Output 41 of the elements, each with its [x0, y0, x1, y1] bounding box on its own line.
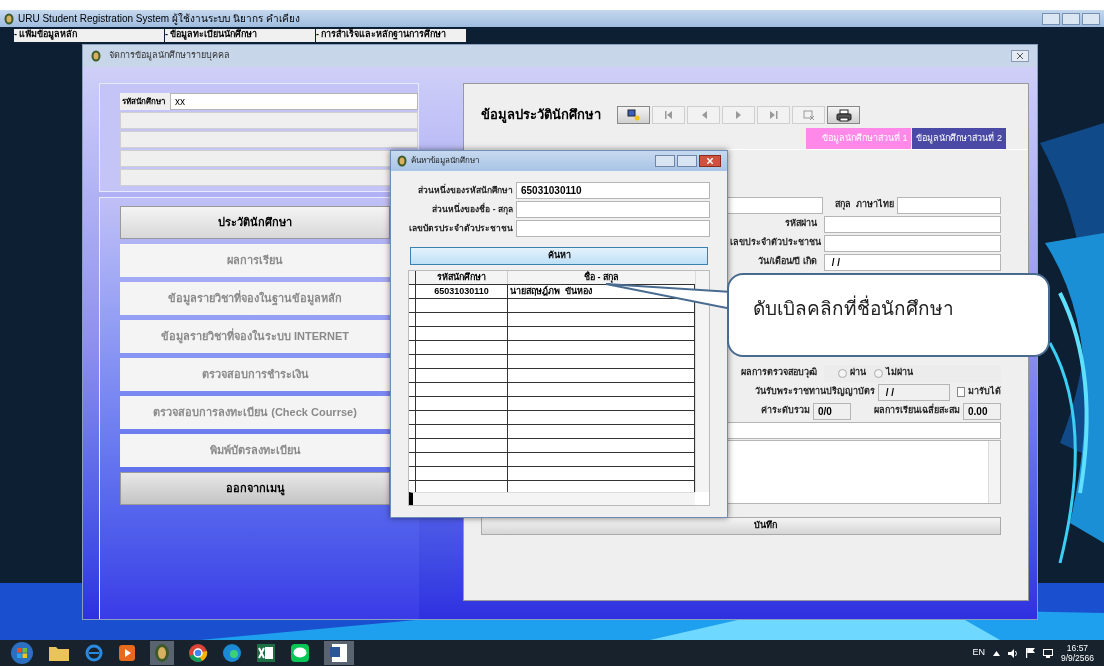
- field-label: เลขประจำตัวประชาชน: [730, 236, 821, 250]
- menu-item[interactable]: - การสำเร็จและหลักฐานการศึกษา: [316, 28, 466, 42]
- text-field[interactable]: 0/0: [813, 402, 851, 420]
- tab[interactable]: ข้อมูลนักศึกษาส่วนที่ 2: [912, 128, 1006, 149]
- student-id-field[interactable]: xx: [170, 93, 418, 110]
- search-field[interactable]: 65031030110: [516, 182, 710, 199]
- field-label: วันรับพระราชทานปริญญาบัตร: [755, 385, 875, 399]
- radio-option[interactable]: ผ่าน: [838, 366, 866, 380]
- clock-time[interactable]: 16:57: [1066, 643, 1089, 653]
- field-label: สกุล ภาษาไทย: [834, 198, 894, 212]
- field-label: ผลการตรวจสอบวุฒิ: [741, 366, 817, 380]
- field-label: วัน/เดือน/ปี เกิด: [758, 255, 817, 269]
- radio-option[interactable]: ไม่ผ่าน: [874, 366, 913, 380]
- field-label: ส่วนหนึ่งของรหัสนักศึกษา: [418, 184, 513, 197]
- text-field[interactable]: 0.00: [963, 402, 1001, 420]
- column-header[interactable]: รหัสนักศึกษา: [416, 271, 508, 284]
- radio-label: ไม่ผ่าน: [886, 366, 913, 380]
- field-label: ผลการเรียนเฉลี่ยสะสม: [874, 404, 960, 418]
- field-label: รหัสนักศึกษา: [121, 95, 166, 108]
- checkbox-label: มารับได้: [968, 385, 1001, 399]
- save-button[interactable]: บันทึก: [481, 516, 1001, 535]
- table-cell[interactable]: 65031030110: [416, 285, 508, 298]
- exit-button[interactable]: ออกจากเมนู: [120, 472, 390, 505]
- menu-item[interactable]: - ข้อมูลทะเบียนนักศึกษา: [165, 28, 315, 42]
- window-title: ค้นหาข้อมูลนักศึกษา: [411, 155, 479, 167]
- text-field[interactable]: / /: [878, 383, 950, 401]
- language-indicator[interactable]: EN: [972, 646, 985, 660]
- menu-button[interactable]: ประวัตินักศึกษา: [120, 206, 390, 239]
- column-header[interactable]: ชื่อ - สกุล: [508, 271, 695, 284]
- field-label: เลขบัตรประจำตัวประชาชน: [409, 222, 513, 235]
- field-label: รหัสผ่าน: [785, 217, 817, 231]
- clock-date[interactable]: 9/9/2566: [1060, 653, 1094, 663]
- search-button[interactable]: ค้นหา: [410, 246, 708, 265]
- text-field[interactable]: / /: [824, 253, 1001, 271]
- window-title: URU Student Registration System ผู้ใช้งานระบบ นิยากร คำเคียง: [18, 12, 300, 26]
- window-title: จัดการข้อมูลนักศึกษารายบุคคล: [109, 49, 230, 63]
- menu-item[interactable]: - แฟ้มข้อมูลหลัก: [14, 28, 164, 42]
- radio-label: ผ่าน: [850, 366, 866, 380]
- field-label: ค่าระดับรวม: [761, 404, 810, 418]
- section-title: ข้อมูลประวัตินักศึกษา: [481, 106, 601, 125]
- field-label: ส่วนหนึ่งของชื่อ - สกุล: [432, 203, 513, 216]
